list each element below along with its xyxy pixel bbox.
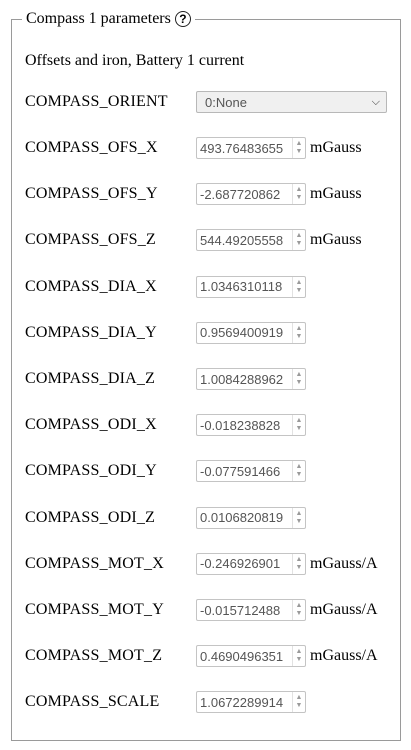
param-row-compass-ofs-z: COMPASS_OFS_Z 544.49205558 ▲ ▼ mGauss <box>25 228 401 252</box>
param-label: COMPASS_MOT_Y <box>25 601 164 618</box>
param-row-compass-dia-x: COMPASS_DIA_X 1.0346310118 ▲ ▼ <box>25 275 401 299</box>
spinner-icon[interactable]: ▲ ▼ <box>292 600 305 620</box>
param-number-input[interactable]: 0.0106820819 ▲ ▼ <box>196 506 306 529</box>
param-row-compass-odi-z: COMPASS_ODI_Z 0.0106820819 ▲ ▼ <box>25 506 401 530</box>
param-unit: mGauss <box>310 185 362 203</box>
param-value: 544.49205558 <box>200 232 284 248</box>
panel-subtitle: Offsets and iron, Battery 1 current <box>25 52 245 69</box>
spinner-icon[interactable]: ▲ ▼ <box>292 646 305 667</box>
param-row-compass-odi-y: COMPASS_ODI_Y -0.077591466 ▲ ▼ <box>25 459 401 483</box>
param-number-input[interactable]: -0.015712488 ▲ ▼ <box>196 599 306 621</box>
param-value: -0.015712488 <box>200 602 281 618</box>
chevron-down-icon: ⌵ <box>371 96 380 108</box>
param-label: COMPASS_MOT_Z <box>25 647 163 665</box>
param-label: COMPASS_DIA_Y <box>25 323 157 341</box>
param-label: COMPASS_OFS_Z <box>25 231 156 249</box>
spinner-icon[interactable]: ▲ ▼ <box>292 415 305 436</box>
param-number-input[interactable]: 1.0346310118 ▲ ▼ <box>196 275 306 298</box>
param-value: -0.077591466 <box>200 463 281 479</box>
panel-title: Compass 1 parameters <box>26 10 171 27</box>
param-label: COMPASS_DIA_Z <box>25 370 156 387</box>
param-number-input[interactable]: 1.0672289914 ▲ ▼ <box>196 691 306 714</box>
param-value: 1.0084288962 <box>200 371 284 387</box>
spinner-icon[interactable]: ▲ ▼ <box>292 461 305 482</box>
param-unit: mGauss <box>310 139 362 156</box>
param-value: -0.018238828 <box>200 417 281 433</box>
param-row-compass-ofs-y: COMPASS_OFS_Y -2.687720862 ▲ ▼ mGauss <box>25 182 401 206</box>
compass-orient-select[interactable]: 0:None ⌵ <box>196 91 387 113</box>
param-label: COMPASS_SCALE <box>25 693 160 711</box>
param-label: COMPASS_MOT_X <box>25 554 164 572</box>
spinner-icon[interactable]: ▲ ▼ <box>292 184 305 205</box>
param-unit: mGauss/A <box>310 601 378 618</box>
param-row-compass-mot-x: COMPASS_MOT_X -0.246926901 ▲ ▼ mGauss/A <box>25 552 401 576</box>
param-number-input[interactable]: 0.4690496351 ▲ ▼ <box>196 645 306 668</box>
param-label: COMPASS_DIA_X <box>25 277 157 295</box>
spinner-icon[interactable]: ▲ ▼ <box>292 276 305 297</box>
spinner-icon[interactable]: ▲ ▼ <box>292 322 305 343</box>
spinner-icon[interactable]: ▲ ▼ <box>292 369 305 389</box>
param-number-input[interactable]: 493.76483655 ▲ ▼ <box>196 137 306 159</box>
param-row-compass-scale: COMPASS_SCALE 1.0672289914 ▲ ▼ <box>25 690 401 714</box>
param-row-compass-mot-z: COMPASS_MOT_Z 0.4690496351 ▲ ▼ mGauss/A <box>25 644 401 668</box>
param-number-input[interactable]: -0.018238828 ▲ ▼ <box>196 414 306 437</box>
param-label: COMPASS_ODI_Z <box>25 508 156 526</box>
param-unit: mGauss/A <box>310 554 378 572</box>
param-label: COMPASS_ODI_X <box>25 416 157 434</box>
param-value: 493.76483655 <box>200 140 284 156</box>
help-icon[interactable]: ? <box>174 11 191 27</box>
param-number-input[interactable]: 544.49205558 ▲ ▼ <box>196 229 306 252</box>
spinner-icon[interactable]: ▲ ▼ <box>292 553 305 574</box>
spinner-icon[interactable]: ▲ ▼ <box>292 692 305 713</box>
param-number-input[interactable]: -0.077591466 ▲ ▼ <box>196 460 306 483</box>
param-value: 1.0346310118 <box>200 279 283 295</box>
param-row-compass-ofs-x: COMPASS_OFS_X 493.76483655 ▲ ▼ mGauss <box>25 136 401 160</box>
param-label: COMPASS_ORIENT <box>25 93 168 110</box>
param-row-compass-dia-y: COMPASS_DIA_Y 0.9569400919 ▲ ▼ <box>25 321 401 345</box>
spinner-icon[interactable]: ▲ ▼ <box>292 230 305 251</box>
param-value: -0.246926901 <box>200 556 281 572</box>
param-label: COMPASS_OFS_X <box>25 139 158 156</box>
param-number-input[interactable]: 0.9569400919 ▲ ▼ <box>196 321 306 344</box>
select-value: 0:None <box>205 94 247 110</box>
param-unit: mGauss/A <box>310 647 378 665</box>
param-label: COMPASS_ODI_Y <box>25 462 157 480</box>
param-value: 0.9569400919 <box>200 325 284 341</box>
spinner-icon[interactable]: ▲ ▼ <box>292 507 305 528</box>
param-number-input[interactable]: -2.687720862 ▲ ▼ <box>196 183 306 206</box>
fieldset-legend: Compass 1 parameters ? <box>22 9 195 29</box>
param-row-compass-odi-x: COMPASS_ODI_X -0.018238828 ▲ ▼ <box>25 413 401 437</box>
param-value: 0.4690496351 <box>200 648 284 664</box>
param-value: -2.687720862 <box>200 186 281 202</box>
param-value: 0.0106820819 <box>200 510 284 526</box>
param-row-compass-dia-z: COMPASS_DIA_Z 1.0084288962 ▲ ▼ <box>25 367 401 391</box>
param-unit: mGauss <box>310 231 362 249</box>
spinner-icon[interactable]: ▲ ▼ <box>292 138 305 158</box>
param-number-input[interactable]: -0.246926901 ▲ ▼ <box>196 552 306 575</box>
param-number-input[interactable]: 1.0084288962 ▲ ▼ <box>196 368 306 390</box>
param-row-compass-orient: COMPASS_ORIENT 0:None ⌵ <box>25 90 401 114</box>
param-label: COMPASS_OFS_Y <box>25 185 158 203</box>
param-value: 1.0672289914 <box>200 694 284 710</box>
param-row-compass-mot-y: COMPASS_MOT_Y -0.015712488 ▲ ▼ mGauss/A <box>25 598 401 622</box>
